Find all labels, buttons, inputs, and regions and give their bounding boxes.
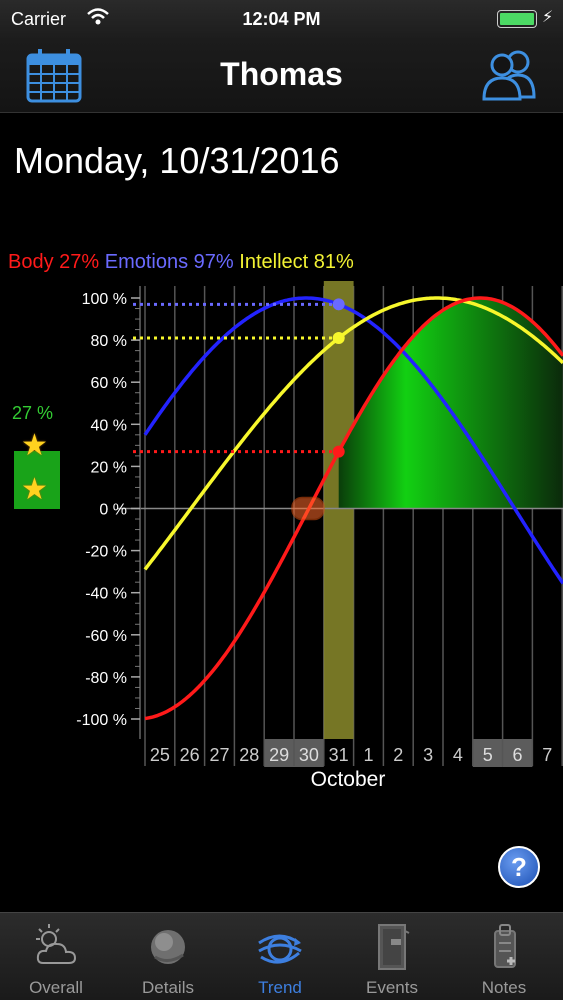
tab-events-label: Events [366,978,418,997]
x-tick-label: 29 [269,745,289,765]
x-tick-label: 7 [542,745,552,765]
charging-icon: ⚡ [542,9,554,26]
nav-bar: Thomas [0,38,563,113]
y-tick-label: -80 % [85,670,127,687]
x-tick-label: 6 [512,745,522,765]
tab-overall[interactable]: Overall [0,913,112,1000]
weather-icon [36,924,77,964]
help-button[interactable]: ? [498,846,540,888]
tab-trend[interactable]: Trend [224,913,336,1000]
tab-overall-label: Overall [29,978,83,997]
tab-events[interactable]: Events [336,913,448,1000]
door-icon [378,924,410,970]
body-selected-dot [332,445,345,458]
x-tick-label: 27 [209,745,229,765]
biorhythm-chart[interactable]: 100 % 80 % 60 % 40 % 20 % 0 % -20 % -40 % -60 % -… [0,270,563,800]
tab-notes-label: Notes [481,978,527,997]
tab-details[interactable]: Details [112,913,224,1000]
tab-details-label: Details [142,978,194,997]
y-tick-label: -40 % [85,586,127,603]
body-positive-area [338,298,563,509]
intellect-selected-dot [332,331,345,344]
x-axis-label: October [311,768,386,791]
zero-crossing-marker [291,496,325,521]
status-bar: Carrier 12:04 PM ⚡ [0,0,563,38]
battery-icon [497,10,537,28]
y-tick-label: 40 % [91,417,127,434]
tab-notes[interactable]: Notes [448,913,560,1000]
trend-arrows-icon [258,934,302,964]
tab-bar: Overall Details Trend Events Notes [0,912,563,1000]
y-tick-label: 60 % [91,375,127,392]
y-tick-label: 0 % [99,502,127,519]
x-tick-label: 3 [423,745,433,765]
x-tick-label: 4 [453,745,463,765]
x-tick-label: 25 [150,745,170,765]
date-heading: Monday, 10/31/2016 [14,140,340,181]
y-tick-label: -60 % [85,628,127,645]
y-tick-label: 100 % [82,291,127,308]
clock-time: 12:04 PM [242,9,321,29]
y-tick-label: -20 % [85,544,127,561]
x-tick-label: 26 [180,745,200,765]
tab-trend-label: Trend [258,978,302,997]
x-tick-label: 30 [299,745,319,765]
x-tick-label: 5 [483,745,493,765]
y-tick-label: -100 % [76,712,127,729]
y-tick-label: 80 % [91,333,127,350]
notepad-icon [494,924,516,968]
globe-icon [151,930,185,964]
x-tick-label: 2 [393,745,403,765]
x-tick-label: 1 [363,745,373,765]
page-title: Thomas [220,56,343,92]
selected-day-highlight [323,281,354,739]
x-tick-label: 31 [329,745,349,765]
y-tick-label: 20 % [91,459,127,476]
x-tick-label: 28 [239,745,259,765]
people-icon[interactable] [480,47,540,101]
emotions-selected-dot [332,298,345,311]
